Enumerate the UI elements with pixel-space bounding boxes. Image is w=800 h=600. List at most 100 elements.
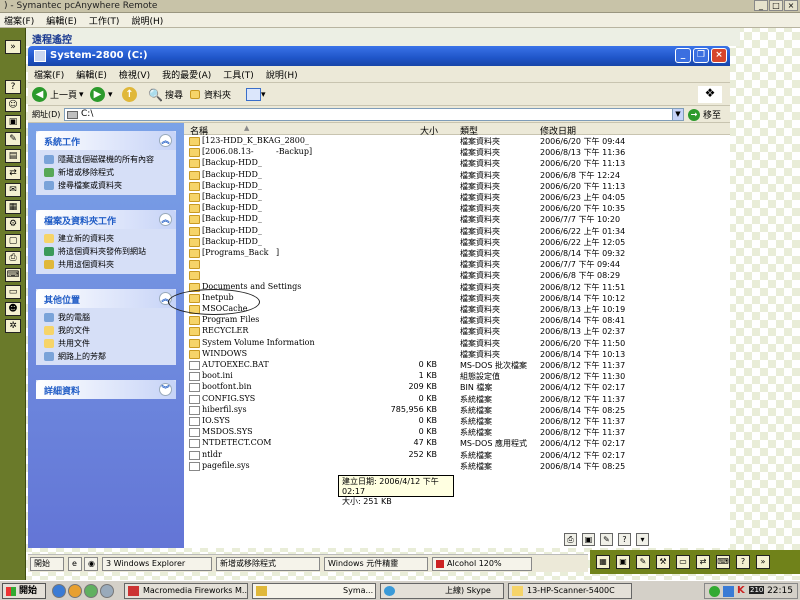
network-icon[interactable]: ✲ (5, 319, 21, 333)
my-computer-link[interactable]: 我的電腦 (36, 311, 176, 324)
hide-drive-contents-link[interactable]: 隱藏這個磁碟機的所有內容 (36, 153, 176, 166)
new-folder-link[interactable]: 建立新的資料夾 (36, 232, 176, 245)
menu-favorites[interactable]: 我的最愛(A) (162, 68, 211, 81)
person-icon[interactable]: ☺ (5, 98, 21, 112)
go-button[interactable]: → 移至 (688, 108, 721, 121)
file-row[interactable]: Program Files 檔案資料夾 2006/8/14 下午 08:41 (184, 315, 730, 326)
explorer-close-button[interactable]: × (711, 48, 727, 63)
ie-icon[interactable]: e (68, 557, 82, 571)
other-places-header[interactable]: 其他位置 ︽ (36, 289, 176, 308)
taskbar-symantec-button[interactable]: Syma... (252, 583, 376, 599)
file-row[interactable]: [Backup-HDD_ 檔案資料夾 2006/6/22 上午 12:05 (184, 237, 730, 248)
file-tasks-header[interactable]: 檔案及資料夾工作 ︽ (36, 210, 176, 229)
file-row[interactable]: [Backup-HDD_ 檔案資料夾 2006/6/20 下午 11:13 (184, 158, 730, 169)
people-icon[interactable]: ☻ (5, 302, 21, 316)
up-folder-button[interactable]: ↑ (122, 86, 140, 103)
menu-edit[interactable]: 編輯(E) (46, 14, 77, 27)
file-row[interactable]: pagefile.sys 系統檔案 2006/8/14 下午 08:25 (184, 461, 730, 472)
printer-icon[interactable]: ⎙ (564, 533, 577, 546)
help-icon[interactable]: ? (618, 533, 631, 546)
file-row[interactable]: Documents and Settings 檔案資料夾 2006/8/12 下午 … (184, 282, 730, 293)
search-files-link[interactable]: 搜尋檔案或資料夾 (36, 179, 176, 192)
k-tray-icon[interactable]: K (737, 585, 745, 596)
expand-icon[interactable]: » (756, 555, 770, 569)
file-row[interactable]: boot.ini 1 KB 組態設定值 2006/8/12 下午 11:30 (184, 371, 730, 382)
file-row[interactable]: [Backup-HDD_ 檔案資料夾 2006/6/20 下午 11:13 (184, 181, 730, 192)
explorer-minimize-button[interactable]: _ (675, 48, 691, 63)
file-row[interactable]: WINDOWS 檔案資料夾 2006/8/14 下午 10:13 (184, 349, 730, 360)
menu-view[interactable]: 檢視(V) (119, 68, 150, 81)
file-row[interactable]: [2006.08.13- -Backup] 檔案資料夾 2006/8/13 下午 11… (184, 147, 730, 158)
taskbar-components-button[interactable]: Windows 元件精靈 (324, 557, 428, 571)
file-row[interactable]: AUTOEXEC.BAT 0 KB MS-DOS 批次檔案 2006/8/12 下午 … (184, 360, 730, 371)
monitor-icon[interactable]: ▣ (616, 555, 630, 569)
expand-icon[interactable]: » (5, 40, 21, 54)
screen-icon[interactable]: ▭ (676, 555, 690, 569)
media-icon[interactable]: ◉ (84, 557, 98, 571)
file-row[interactable]: Inetpub 檔案資料夾 2006/8/14 下午 10:12 (184, 293, 730, 304)
views-button[interactable]: ▾ (246, 86, 266, 103)
taskbar-add-remove-button[interactable]: 新增或移除程式 (216, 557, 320, 571)
folders-button[interactable]: 資料夾 (190, 86, 231, 103)
ie-icon[interactable] (52, 584, 66, 598)
file-row[interactable]: [Backup-HDD_ 檔案資料夾 2006/6/22 上午 01:34 (184, 226, 730, 237)
pen-icon[interactable]: ✎ (636, 555, 650, 569)
file-row[interactable]: NTDETECT.COM 47 KB MS-DOS 應用程式 2006/4/12 下午… (184, 438, 730, 449)
desktop-icon[interactable] (100, 584, 114, 598)
file-row[interactable]: MSDOS.SYS 0 KB 系統檔案 2006/8/12 下午 11:37 (184, 427, 730, 438)
keyboard-icon[interactable]: ⌨ (716, 555, 730, 569)
skype-icon[interactable] (84, 584, 98, 598)
taskbar-skype-button[interactable]: 上線) Skype (380, 583, 504, 599)
file-row[interactable]: [Backup-HDD_ 檔案資料夾 2006/6/23 上午 04:05 (184, 192, 730, 203)
file-row[interactable]: 檔案資料夾 2006/7/7 下午 09:44 (184, 259, 730, 270)
close-button[interactable]: × (784, 0, 798, 11)
menu-file[interactable]: 檔案(F) (34, 68, 64, 81)
shared-documents-link[interactable]: 共用文件 (36, 337, 176, 350)
monitor-icon[interactable]: ▣ (5, 115, 21, 129)
back-button[interactable]: ◀ 上一頁 ▾ (32, 86, 84, 103)
menu-file[interactable]: 檔案(F) (4, 14, 34, 27)
taskbar-scanner-button[interactable]: 13-HP-Scanner-5400C (508, 583, 632, 599)
minimize-button[interactable]: _ (754, 0, 768, 11)
publish-folder-link[interactable]: 將這個資料夾發佈到網站 (36, 245, 176, 258)
file-row[interactable]: System Volume Information 檔案資料夾 2006/6/20 … (184, 338, 730, 349)
collapse-icon[interactable]: ︽ (159, 134, 172, 147)
taskbar-explorer-button[interactable]: 3 Windows Explorer (102, 557, 212, 571)
pen-icon[interactable]: ✎ (5, 132, 21, 146)
menu-tasks[interactable]: 工作(T) (89, 14, 120, 27)
taskbar-alcohol-button[interactable]: Alcohol 120% (432, 557, 532, 571)
maximize-button[interactable]: □ (769, 0, 783, 11)
file-row[interactable]: 檔案資料夾 2006/6/8 下午 08:29 (184, 270, 730, 281)
keyboard-icon[interactable]: ⌨ (5, 268, 21, 282)
file-row[interactable]: [Backup-HDD_ 檔案資料夾 2006/7/7 下午 10:20 (184, 214, 730, 225)
monitor-icon[interactable]: ▣ (582, 533, 595, 546)
network-places-link[interactable]: 網路上的芳鄰 (36, 350, 176, 363)
grid-icon[interactable]: ▦ (5, 200, 21, 214)
tray-badge[interactable]: 210 (749, 586, 765, 594)
file-row[interactable]: MSOCache 檔案資料夾 2006/8/13 上午 10:19 (184, 304, 730, 315)
menu-tools[interactable]: 工具(T) (223, 68, 254, 81)
forward-button[interactable]: ▶ ▾ (90, 86, 113, 103)
menu-edit[interactable]: 編輯(E) (76, 68, 107, 81)
share-folder-link[interactable]: 共用這個資料夾 (36, 258, 176, 271)
menu-help[interactable]: 說明(H) (131, 14, 163, 27)
media-icon[interactable] (68, 584, 82, 598)
explorer-restore-button[interactable]: ❐ (693, 48, 709, 63)
skype-tray-icon[interactable] (709, 586, 720, 597)
file-row[interactable]: [Backup-HDD_ 檔案資料夾 2006/6/20 下午 10:35 (184, 203, 730, 214)
screen-icon[interactable]: ▤ (5, 149, 21, 163)
address-input[interactable]: C:\ (64, 108, 684, 121)
file-row[interactable]: [Backup-HDD_ 檔案資料夾 2006/6/8 下午 12:24 (184, 170, 730, 181)
file-row[interactable]: [123-HDD_K_BKAG_2800_ 檔案資料夾 2006/6/20 下午 0… (184, 136, 730, 147)
file-row[interactable]: ntldr 252 KB 系統檔案 2006/4/12 下午 02:17 (184, 450, 730, 461)
expand-icon[interactable]: ︾ (159, 383, 172, 396)
taskbar-fireworks-button[interactable]: Macromedia Fireworks M... (124, 583, 248, 599)
add-remove-programs-link[interactable]: 新增或移除程式 (36, 166, 176, 179)
file-row[interactable]: hiberfil.sys 785,956 KB 系統檔案 2006/8/14 下午 0… (184, 405, 730, 416)
settings-icon[interactable]: ⚙ (5, 217, 21, 231)
print-icon[interactable]: ⎙ (5, 251, 21, 265)
grid-icon[interactable]: ▦ (596, 555, 610, 569)
pen-icon[interactable]: ✎ (600, 533, 613, 546)
network-tray-icon[interactable] (723, 586, 734, 597)
remote-start-button[interactable]: 開始 (30, 557, 64, 571)
